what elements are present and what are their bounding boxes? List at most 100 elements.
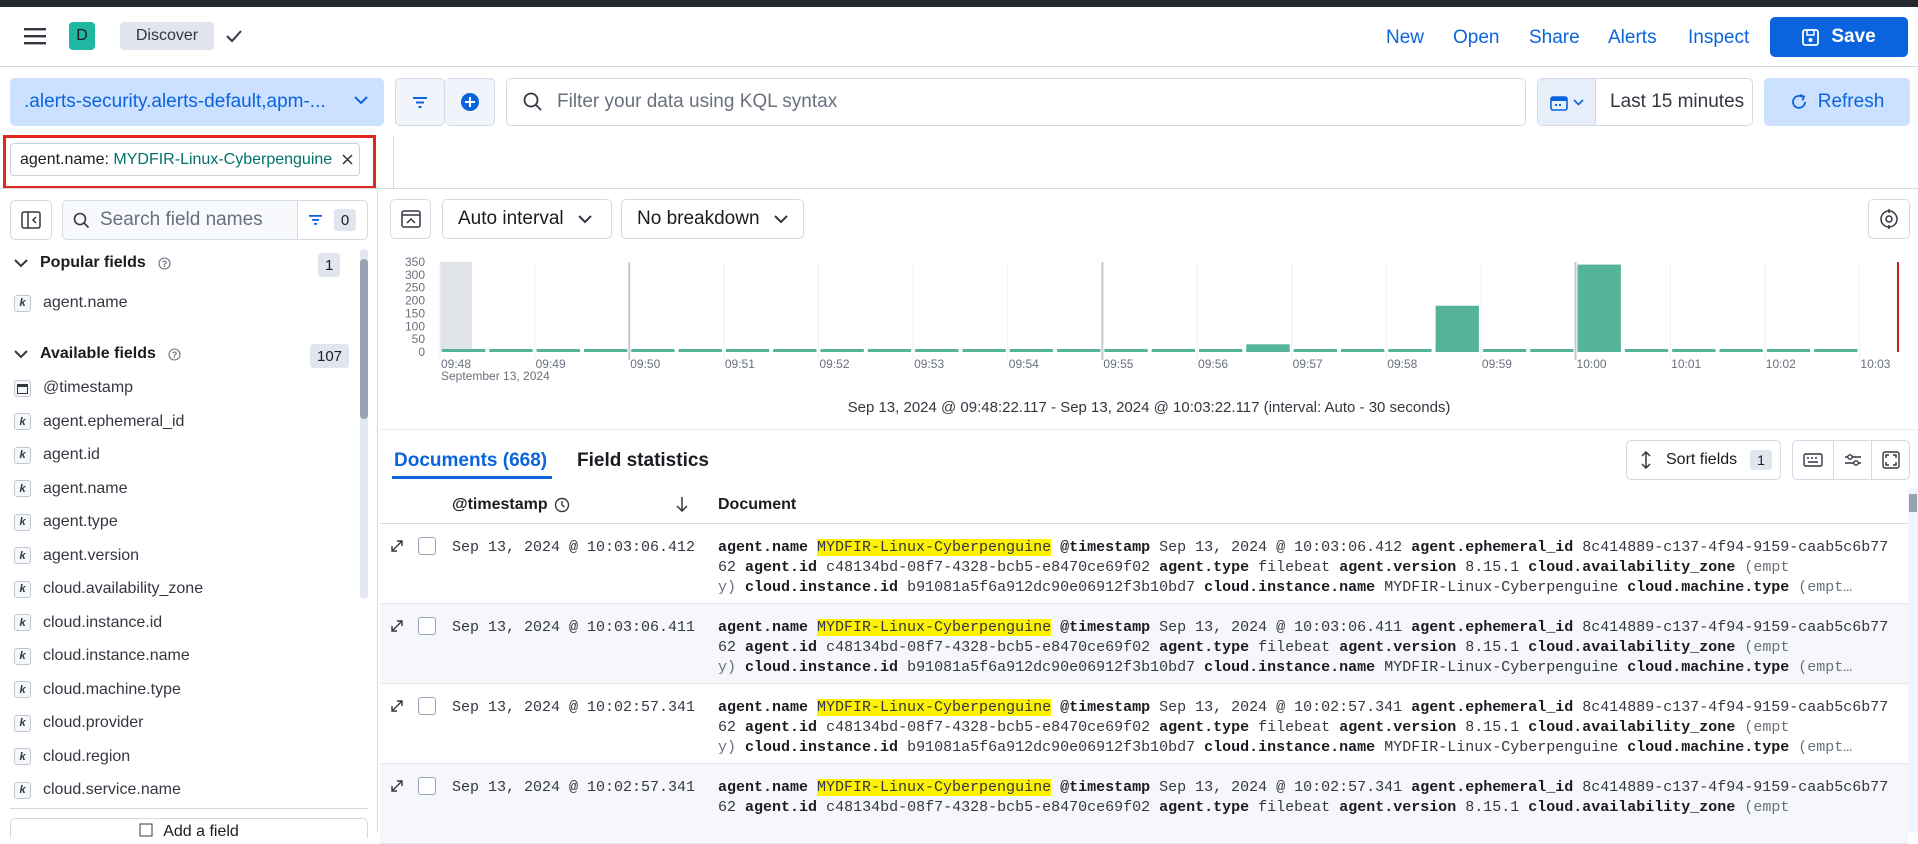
expand-icon[interactable] [390,619,404,633]
histogram-bar[interactable] [1199,349,1243,352]
histogram-chart[interactable]: 05010015020025030035009:48 09:49 09:50 09:5… [390,250,1910,390]
sidebar-field-item[interactable]: k cloud.availability_zone [14,573,203,605]
histogram-bar[interactable] [1151,349,1196,352]
expand-icon[interactable] [390,779,404,793]
chart-settings-button[interactable] [1868,199,1910,239]
close-icon[interactable] [342,154,353,165]
tab-documents[interactable]: Documents (668) [394,450,547,472]
sort-descending-icon[interactable] [675,496,689,512]
histogram-bar[interactable] [678,349,722,352]
histogram-bar[interactable] [1293,349,1337,352]
histogram-bar[interactable] [489,349,533,352]
table-row[interactable]: Sep 13, 2024 @ 10:03:06.411 agent.name MY… [380,604,1908,684]
interval-select[interactable]: Auto interval [442,199,612,239]
popular-fields-header[interactable]: Popular fields ? [14,248,171,278]
histogram-bar[interactable] [1388,349,1432,352]
sidebar-field-item[interactable]: k cloud.instance.name [14,640,190,672]
menu-icon[interactable] [24,27,46,45]
new-button[interactable]: New [1386,27,1424,49]
column-header-timestamp[interactable]: @timestamp [452,496,570,514]
add-filter-button[interactable] [445,78,495,126]
field-label: cloud.machine.type [1627,579,1790,596]
histogram-bar[interactable] [1009,349,1054,352]
refresh-button[interactable]: Refresh [1764,78,1910,126]
available-fields-header[interactable]: Available fields ? [14,339,181,369]
time-range-label[interactable]: Last 15 minutes [1596,91,1744,113]
filter-pill[interactable]: agent.name: MYDFIR-Linux-Cyberpenguine [10,143,360,176]
sidebar-field-item[interactable]: k cloud.service.name [14,774,181,806]
chart-options-button[interactable] [390,199,431,239]
histogram-bar[interactable] [1104,349,1148,352]
histogram-bar[interactable] [915,349,959,352]
keyboard-shortcuts-button[interactable] [1793,441,1833,479]
date-picker[interactable]: Last 15 minutes [1537,78,1753,126]
histogram-bar[interactable] [631,349,675,352]
sidebar-field-item[interactable]: k cloud.region [14,741,130,773]
histogram-bar[interactable] [820,349,864,352]
display-settings-button[interactable] [1833,441,1871,479]
histogram-bar[interactable] [962,349,1006,352]
histogram-bar[interactable] [1719,349,1763,352]
histogram-bar[interactable] [1057,349,1101,352]
sidebar-scrollbar[interactable] [360,249,368,599]
sidebar-field-item[interactable]: k agent.ephemeral_id [14,406,184,438]
table-row[interactable]: Sep 13, 2024 @ 10:02:57.341 agent.name MY… [380,684,1908,764]
expand-icon[interactable] [390,699,404,713]
row-checkbox[interactable] [418,537,436,555]
open-button[interactable]: Open [1453,27,1499,49]
sidebar-field-item[interactable]: k agent.id [14,439,100,471]
sidebar-field-item[interactable]: k cloud.machine.type [14,674,181,706]
histogram-bar[interactable] [1246,344,1290,352]
histogram-bar[interactable] [1624,349,1669,352]
fullscreen-button[interactable] [1871,441,1909,479]
histogram-bar[interactable] [1577,264,1621,352]
scrollbar-thumb[interactable] [360,259,368,419]
sidebar-field-item[interactable]: k agent.name [14,473,128,505]
histogram-bar[interactable] [536,349,580,352]
sort-fields-button[interactable]: Sort fields 1 [1626,440,1781,480]
breadcrumb-discover[interactable]: Discover [120,22,214,50]
table-row[interactable]: Sep 13, 2024 @ 10:02:57.341 agent.name MY… [380,764,1908,844]
space-avatar[interactable]: D [69,22,95,50]
scrollbar-thumb[interactable] [1909,494,1917,512]
filter-menu-button[interactable] [395,78,445,126]
sidebar-field-item[interactable]: k cloud.instance.id [14,607,162,639]
sidebar-field-item[interactable]: k agent.version [14,540,139,572]
grid-scrollbar[interactable] [1908,488,1918,832]
histogram-bar[interactable] [442,349,486,352]
row-checkbox[interactable] [418,617,436,635]
sidebar-field-item[interactable]: @timestamp [14,372,133,404]
add-field-button[interactable]: Add a field [10,818,368,838]
histogram-bar[interactable] [1814,349,1858,352]
sidebar-field-item[interactable]: k cloud.provider [14,707,144,739]
expand-icon[interactable] [390,539,404,553]
sidebar-field-item[interactable]: k agent.type [14,506,118,538]
quick-menu-button[interactable] [1538,79,1596,125]
tab-field-statistics[interactable]: Field statistics [577,450,709,472]
sidebar-field-item[interactable]: k agent.name [14,287,128,319]
histogram-bar[interactable] [867,349,912,352]
row-checkbox[interactable] [418,777,436,795]
field-type-filter-button[interactable]: 0 [297,201,367,239]
collapse-sidebar-button[interactable] [10,200,52,240]
histogram-bar[interactable] [773,349,817,352]
save-button[interactable]: Save [1770,17,1908,57]
histogram-bar[interactable] [1482,349,1527,352]
column-header-document[interactable]: Document [718,496,796,514]
field-search-input[interactable]: Search field names 0 [62,200,368,240]
histogram-bar[interactable] [1672,349,1716,352]
breakdown-select[interactable]: No breakdown [621,199,804,239]
inspect-button[interactable]: Inspect [1688,27,1749,49]
histogram-bar[interactable] [1766,349,1811,352]
histogram-bar[interactable] [1340,349,1385,352]
histogram-bar[interactable] [725,349,770,352]
alerts-button[interactable]: Alerts [1608,27,1657,49]
histogram-bar[interactable] [1435,305,1479,352]
data-view-picker[interactable]: .alerts-security.alerts-default,apm-... [10,78,384,126]
kql-search-input[interactable]: Filter your data using KQL syntax [506,78,1526,126]
histogram-bar[interactable] [583,349,628,352]
share-button[interactable]: Share [1529,27,1580,49]
histogram-bar[interactable] [1530,349,1574,352]
row-checkbox[interactable] [418,697,436,715]
table-row[interactable]: Sep 13, 2024 @ 10:03:06.412 agent.name MY… [380,524,1908,604]
